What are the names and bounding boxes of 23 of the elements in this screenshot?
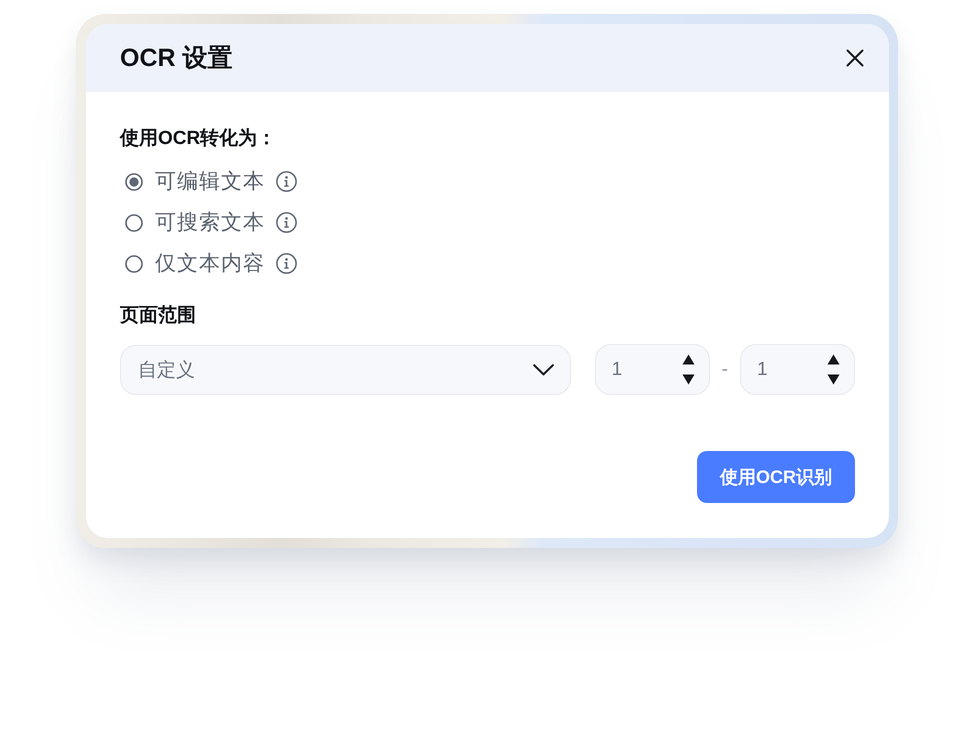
down-arrow-icon[interactable] bbox=[682, 374, 695, 385]
radio-button[interactable] bbox=[125, 172, 143, 190]
info-icon[interactable] bbox=[276, 171, 297, 192]
info-icon[interactable] bbox=[276, 212, 297, 233]
radio-button[interactable] bbox=[125, 254, 143, 272]
radio-button[interactable] bbox=[125, 214, 143, 232]
section-label: 使用OCR转化为： bbox=[120, 127, 278, 151]
option-label[interactable]: 仅文本内容 bbox=[155, 250, 265, 278]
down-arrow-icon[interactable] bbox=[827, 374, 840, 385]
section-label: 页面范围 bbox=[120, 304, 197, 328]
range-separator: - bbox=[722, 358, 728, 382]
close-icon[interactable] bbox=[846, 49, 864, 67]
info-icon[interactable] bbox=[276, 253, 297, 274]
option-label[interactable]: 可编辑文本 bbox=[155, 168, 265, 196]
up-arrow-icon[interactable] bbox=[682, 354, 695, 365]
ocr-recognize-button[interactable]: 使用OCR识别 bbox=[697, 451, 855, 503]
page-range-select[interactable]: 自定义 bbox=[120, 344, 571, 394]
chevron-down-icon bbox=[532, 364, 554, 376]
dialog-title: OCR 设置 bbox=[120, 43, 232, 74]
up-arrow-icon[interactable] bbox=[827, 354, 840, 365]
page-number-field[interactable]: 1 bbox=[740, 344, 855, 395]
option-label[interactable]: 可搜索文本 bbox=[155, 208, 265, 236]
page-number-field[interactable]: 1 bbox=[594, 344, 710, 395]
